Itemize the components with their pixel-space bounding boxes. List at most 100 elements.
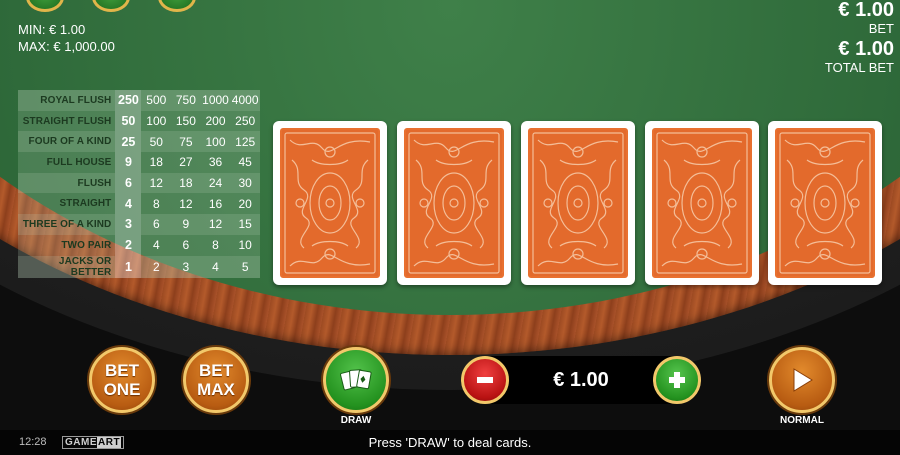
paytable-payout-1: 25: [115, 131, 142, 153]
bet-amount-control: € 1.00: [461, 356, 701, 404]
paytable-row: TWO PAIR 2 4 6 8 10: [18, 234, 260, 256]
paytable-payout-5: 125: [230, 131, 260, 153]
paytable-payout-4: 1000: [200, 90, 231, 111]
minus-icon: [477, 377, 493, 383]
decrease-bet-button[interactable]: [461, 356, 509, 404]
paytable: ROYAL FLUSH 250 500 750 1000 4000 STRAIGHT FLU…: [18, 90, 260, 278]
paytable-payout-4: 12: [200, 214, 231, 235]
paytable-payout-4: 4: [200, 255, 231, 278]
paytable-payout-3: 6: [171, 234, 201, 256]
bet-label: BET: [868, 21, 894, 36]
status-bar: 12:28 GAMEART Press 'DRAW' to deal cards…: [0, 430, 900, 455]
paytable-payout-2: 12: [141, 172, 172, 194]
bet-summary: € 1.00 BET € 1.00 TOTAL BET: [825, 0, 894, 76]
increase-bet-button[interactable]: [653, 356, 701, 404]
draw-label: DRAW: [340, 415, 372, 426]
max-limit: MAX: € 1,000.00: [18, 39, 115, 54]
paytable-row: THREE OF A KIND 3 6 9 12 15: [18, 214, 260, 235]
paytable-payout-3: 27: [171, 152, 201, 173]
bet-one-line2: ONE: [103, 380, 141, 399]
paytable-hand: FLUSH: [18, 172, 116, 194]
paytable-payout-1: 4: [115, 193, 142, 215]
paytable-payout-4: 8: [200, 234, 231, 256]
paytable-payout-5: 20: [230, 193, 260, 215]
paytable-payout-4: 200: [200, 110, 231, 132]
total-bet-value: € 1.00: [838, 38, 894, 60]
paytable-hand: FULL HOUSE: [18, 152, 116, 173]
paytable-hand: STRAIGHT: [18, 193, 116, 215]
paytable-payout-5: 4000: [230, 90, 260, 111]
paytable-payout-1: 50: [115, 110, 142, 132]
total-bet-label: TOTAL BET: [824, 60, 894, 75]
bet-one-line1: BET: [105, 361, 139, 380]
paytable-payout-3: 750: [171, 90, 201, 111]
paytable-payout-2: 4: [141, 234, 172, 256]
paytable-payout-2: 50: [141, 131, 172, 153]
min-limit: MIN: € 1.00: [18, 22, 86, 37]
paytable-payout-1: 9: [115, 152, 142, 173]
paytable-payout-1: 2: [115, 234, 142, 256]
card-2[interactable]: [397, 121, 511, 285]
card-3[interactable]: [521, 121, 635, 285]
paytable-payout-4: 24: [200, 172, 231, 194]
paytable-payout-2: 8: [141, 193, 172, 215]
paytable-hand: THREE OF A KIND: [18, 214, 116, 235]
paytable-hand: TWO PAIR: [18, 234, 116, 256]
paytable-payout-1: 6: [115, 172, 142, 194]
paytable-payout-5: 250: [230, 110, 260, 132]
bet-max-line1: BET: [199, 361, 233, 380]
top-button-middle[interactable]: [92, 0, 130, 12]
card-back-pattern: [280, 128, 380, 278]
paytable-payout-4: 100: [200, 131, 231, 153]
top-button-right[interactable]: [158, 0, 196, 12]
bet-value: € 1.00: [838, 0, 894, 21]
plus-icon: [669, 372, 685, 388]
paytable-payout-5: 10: [230, 234, 260, 256]
draw-button[interactable]: [323, 347, 389, 413]
card-back-pattern: [404, 128, 504, 278]
paytable-hand: STRAIGHT FLUSH: [18, 110, 116, 132]
paytable-payout-1: 250: [115, 90, 142, 111]
paytable-row: FLUSH 6 12 18 24 30: [18, 172, 260, 194]
card-back-pattern: [528, 128, 628, 278]
paytable-payout-5: 45: [230, 152, 260, 173]
paytable-payout-4: 16: [200, 193, 231, 215]
bet-max-button[interactable]: BET MAX: [183, 347, 249, 413]
paytable-payout-3: 150: [171, 110, 201, 132]
paytable-row: FULL HOUSE 9 18 27 36 45: [18, 152, 260, 173]
paytable-payout-2: 6: [141, 214, 172, 235]
normal-speed-button[interactable]: [769, 347, 835, 413]
paytable-hand: JACKS OR BETTER: [18, 255, 116, 278]
paytable-payout-5: 5: [230, 255, 260, 278]
paytable-payout-2: 100: [141, 110, 172, 132]
status-message: Press 'DRAW' to deal cards.: [368, 435, 532, 450]
card-1[interactable]: [273, 121, 387, 285]
paytable-payout-2: 500: [141, 90, 172, 111]
bet-limits: MIN: € 1.00 MAX: € 1,000.00: [18, 21, 115, 55]
paytable-payout-4: 36: [200, 152, 231, 173]
paytable-row: STRAIGHT FLUSH 50 100 150 200 250: [18, 110, 260, 132]
paytable-payout-3: 18: [171, 172, 201, 194]
paytable-hand: ROYAL FLUSH: [18, 90, 116, 111]
bet-max-line2: MAX: [197, 380, 235, 399]
normal-label: NORMAL: [780, 415, 824, 426]
play-icon: [793, 368, 813, 392]
card-back-pattern: [775, 128, 875, 278]
paytable-payout-3: 9: [171, 214, 201, 235]
paytable-payout-2: 2: [141, 255, 172, 278]
paytable-row: JACKS OR BETTER 1 2 3 4 5: [18, 255, 260, 278]
paytable-row: FOUR OF A KIND 25 50 75 100 125: [18, 131, 260, 153]
card-4[interactable]: [645, 121, 759, 285]
top-button-row: [26, 0, 196, 12]
paytable-row: STRAIGHT 4 8 12 16 20: [18, 193, 260, 215]
card-5[interactable]: [768, 121, 882, 285]
paytable-payout-1: 3: [115, 214, 142, 235]
paytable-payout-3: 3: [171, 255, 201, 278]
card-back-pattern: [652, 128, 752, 278]
bet-one-button[interactable]: BET ONE: [89, 347, 155, 413]
paytable-payout-5: 15: [230, 214, 260, 235]
paytable-payout-3: 75: [171, 131, 201, 153]
top-button-left[interactable]: [26, 0, 64, 12]
paytable-payout-3: 12: [171, 193, 201, 215]
paytable-payout-2: 18: [141, 152, 172, 173]
